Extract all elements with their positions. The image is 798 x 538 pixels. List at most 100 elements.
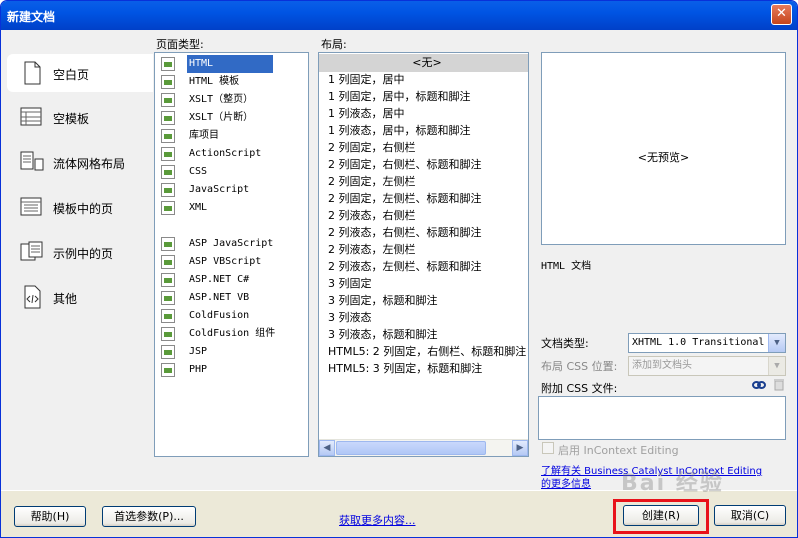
nav-item-page-from-template[interactable]: 模板中的页 [7,188,153,226]
page-type-item[interactable]: JSP [157,343,307,361]
file-type-icon [161,111,175,125]
page-type-label-text: PHP [189,364,208,375]
page-type-label-text: ASP.NET C# [189,274,250,285]
layout-item[interactable]: HTML5: 2 列固定，右侧栏、标题和脚注 [321,343,526,361]
file-type-icon [161,345,175,359]
link-icon[interactable] [752,380,766,390]
nav-item-page-from-sample[interactable]: 示例中的页 [7,233,153,271]
scroll-right-button[interactable]: ▶ [512,440,528,456]
nav-item-other[interactable]: 其他 [7,278,153,316]
other-code-icon [24,285,41,309]
preview-pane: <无预览> [541,52,786,245]
page-from-template-icon [20,197,42,216]
page-type-item[interactable]: XSLT（片断） [157,109,307,127]
nav-item-fluid-grid[interactable]: 流体网格布局 [7,143,153,181]
layout-css-label: 布局 CSS 位置: [541,360,618,373]
page-type-label-text: XSLT（整页） [189,94,254,105]
nav-item-label: 模板中的页 [53,202,114,216]
page-type-item [157,217,307,235]
scroll-left-button[interactable]: ◀ [319,440,335,456]
layout-item[interactable]: 1 列液态，居中 [321,105,405,123]
layout-item[interactable]: <无> [319,54,528,72]
layout-hscrollbar[interactable]: ◀ ▶ [319,439,528,456]
file-type-icon [161,201,175,215]
layout-item[interactable]: 1 列液态，居中，标题和脚注 [321,122,471,140]
close-button[interactable]: ✕ [771,4,792,25]
page-type-item[interactable]: JavaScript [157,181,307,199]
page-type-item[interactable]: ASP.NET C# [157,271,307,289]
layout-list[interactable]: ◀ ▶ <无> 1 列固定，居中 1 列固定，居中，标题和脚注 1 列液态，居中 1 列… [318,52,529,457]
title-bar: 新建文档 ✕ [1,1,797,30]
blank-page-icon [24,61,41,85]
category-nav: 空白页 空模板 流体网格布局 模板中的页 示例中的页 其他 [1,30,153,490]
file-type-icon [161,165,175,179]
layout-item[interactable]: 2 列固定，左侧栏、标题和脚注 [321,190,482,208]
page-type-item[interactable]: ASP JavaScript [157,235,307,253]
layout-label: 布局: [321,38,347,51]
layout-item[interactable]: 2 列液态，左侧栏、标题和脚注 [321,258,482,276]
watermark: Bai 经验 [621,471,724,496]
page-type-item[interactable]: ASP.NET VB [157,289,307,307]
file-type-icon [161,327,175,341]
nav-item-blank-template[interactable]: 空模板 [7,98,153,136]
chevron-down-icon[interactable]: ▼ [768,334,785,352]
layout-item[interactable]: 3 列固定，标题和脚注 [321,292,438,310]
layout-item[interactable]: 2 列液态，右侧栏 [321,207,416,225]
trash-icon[interactable] [773,378,785,391]
page-type-item[interactable]: PHP [157,361,307,379]
layout-item[interactable]: 2 列固定，左侧栏 [321,173,416,191]
layout-item[interactable]: 3 列液态 [321,309,372,327]
incontext-label: 启用 InContext Editing [558,444,679,457]
layout-item[interactable]: 1 列固定，居中，标题和脚注 [321,88,471,106]
file-type-icon [161,363,175,377]
page-type-item[interactable]: XSLT（整页） [157,91,307,109]
file-type-icon [161,237,175,251]
page-type-label-text: ASP JavaScript [189,238,274,249]
incontext-checkbox[interactable] [542,442,554,454]
page-type-label-text: XML [189,202,208,213]
attached-css-list[interactable] [538,396,786,440]
help-button[interactable]: 帮助(H) [14,506,86,527]
page-type-label-text: HTML 模板 [189,76,240,87]
layout-item[interactable]: 2 列固定，右侧栏 [321,139,416,157]
layout-item[interactable]: 3 列固定 [321,275,372,293]
preferences-button[interactable]: 首选参数(P)... [102,506,196,527]
file-type-icon [161,273,175,287]
get-more-content-link[interactable]: 获取更多内容... [339,512,416,528]
page-type-item[interactable]: XML [157,199,307,217]
page-type-item[interactable]: HTML 模板 [157,73,307,91]
nav-item-label: 空白页 [53,68,90,82]
page-type-list[interactable]: HTML HTML 模板 XSLT（整页） XSLT（片断） 库项目 ActionScri… [154,52,309,457]
page-type-item[interactable]: ASP VBScript [157,253,307,271]
doc-description: HTML 文档 [541,261,592,272]
nav-item-label: 示例中的页 [53,247,114,261]
layout-item[interactable]: 3 列液态，标题和脚注 [321,326,438,344]
layout-item[interactable]: 2 列液态，左侧栏 [321,241,416,259]
page-type-item[interactable]: 库项目 [157,127,307,145]
layout-item[interactable]: 2 列固定，右侧栏、标题和脚注 [321,156,482,174]
layout-item[interactable]: 2 列液态，右侧栏、标题和脚注 [321,224,482,242]
cancel-button[interactable]: 取消(C) [714,505,786,526]
nav-item-label: 其他 [53,292,78,306]
preview-text: <无预览> [637,151,690,164]
page-type-item[interactable]: ColdFusion [157,307,307,325]
page-type-label-text: ASP.NET VB [189,292,250,303]
page-type-item[interactable]: HTML [157,55,307,73]
page-type-label-text: ColdFusion [189,310,250,321]
doctype-value: XHTML 1.0 Transitional [632,337,765,348]
page-type-label-text: XSLT（片断） [189,112,254,123]
doctype-select[interactable]: XHTML 1.0 Transitional ▼ [628,333,786,353]
layout-item[interactable]: HTML5: 3 列固定，标题和脚注 [321,360,482,378]
window-title: 新建文档 [7,10,56,24]
nav-item-blank-page[interactable]: 空白页 [7,54,153,92]
scroll-thumb[interactable] [336,441,486,455]
layout-css-value: 添加到文档头 [632,360,692,371]
layout-item[interactable]: 1 列固定，居中 [321,71,405,89]
page-type-item[interactable]: ColdFusion 组件 [157,325,307,343]
page-type-item[interactable]: ActionScript [157,145,307,163]
file-type-icon [161,291,175,305]
page-type-label-text: 库项目 [189,130,219,141]
page-type-item[interactable]: CSS [157,163,307,181]
file-type-icon [161,183,175,197]
page-type-label-text: ColdFusion 组件 [189,328,276,339]
